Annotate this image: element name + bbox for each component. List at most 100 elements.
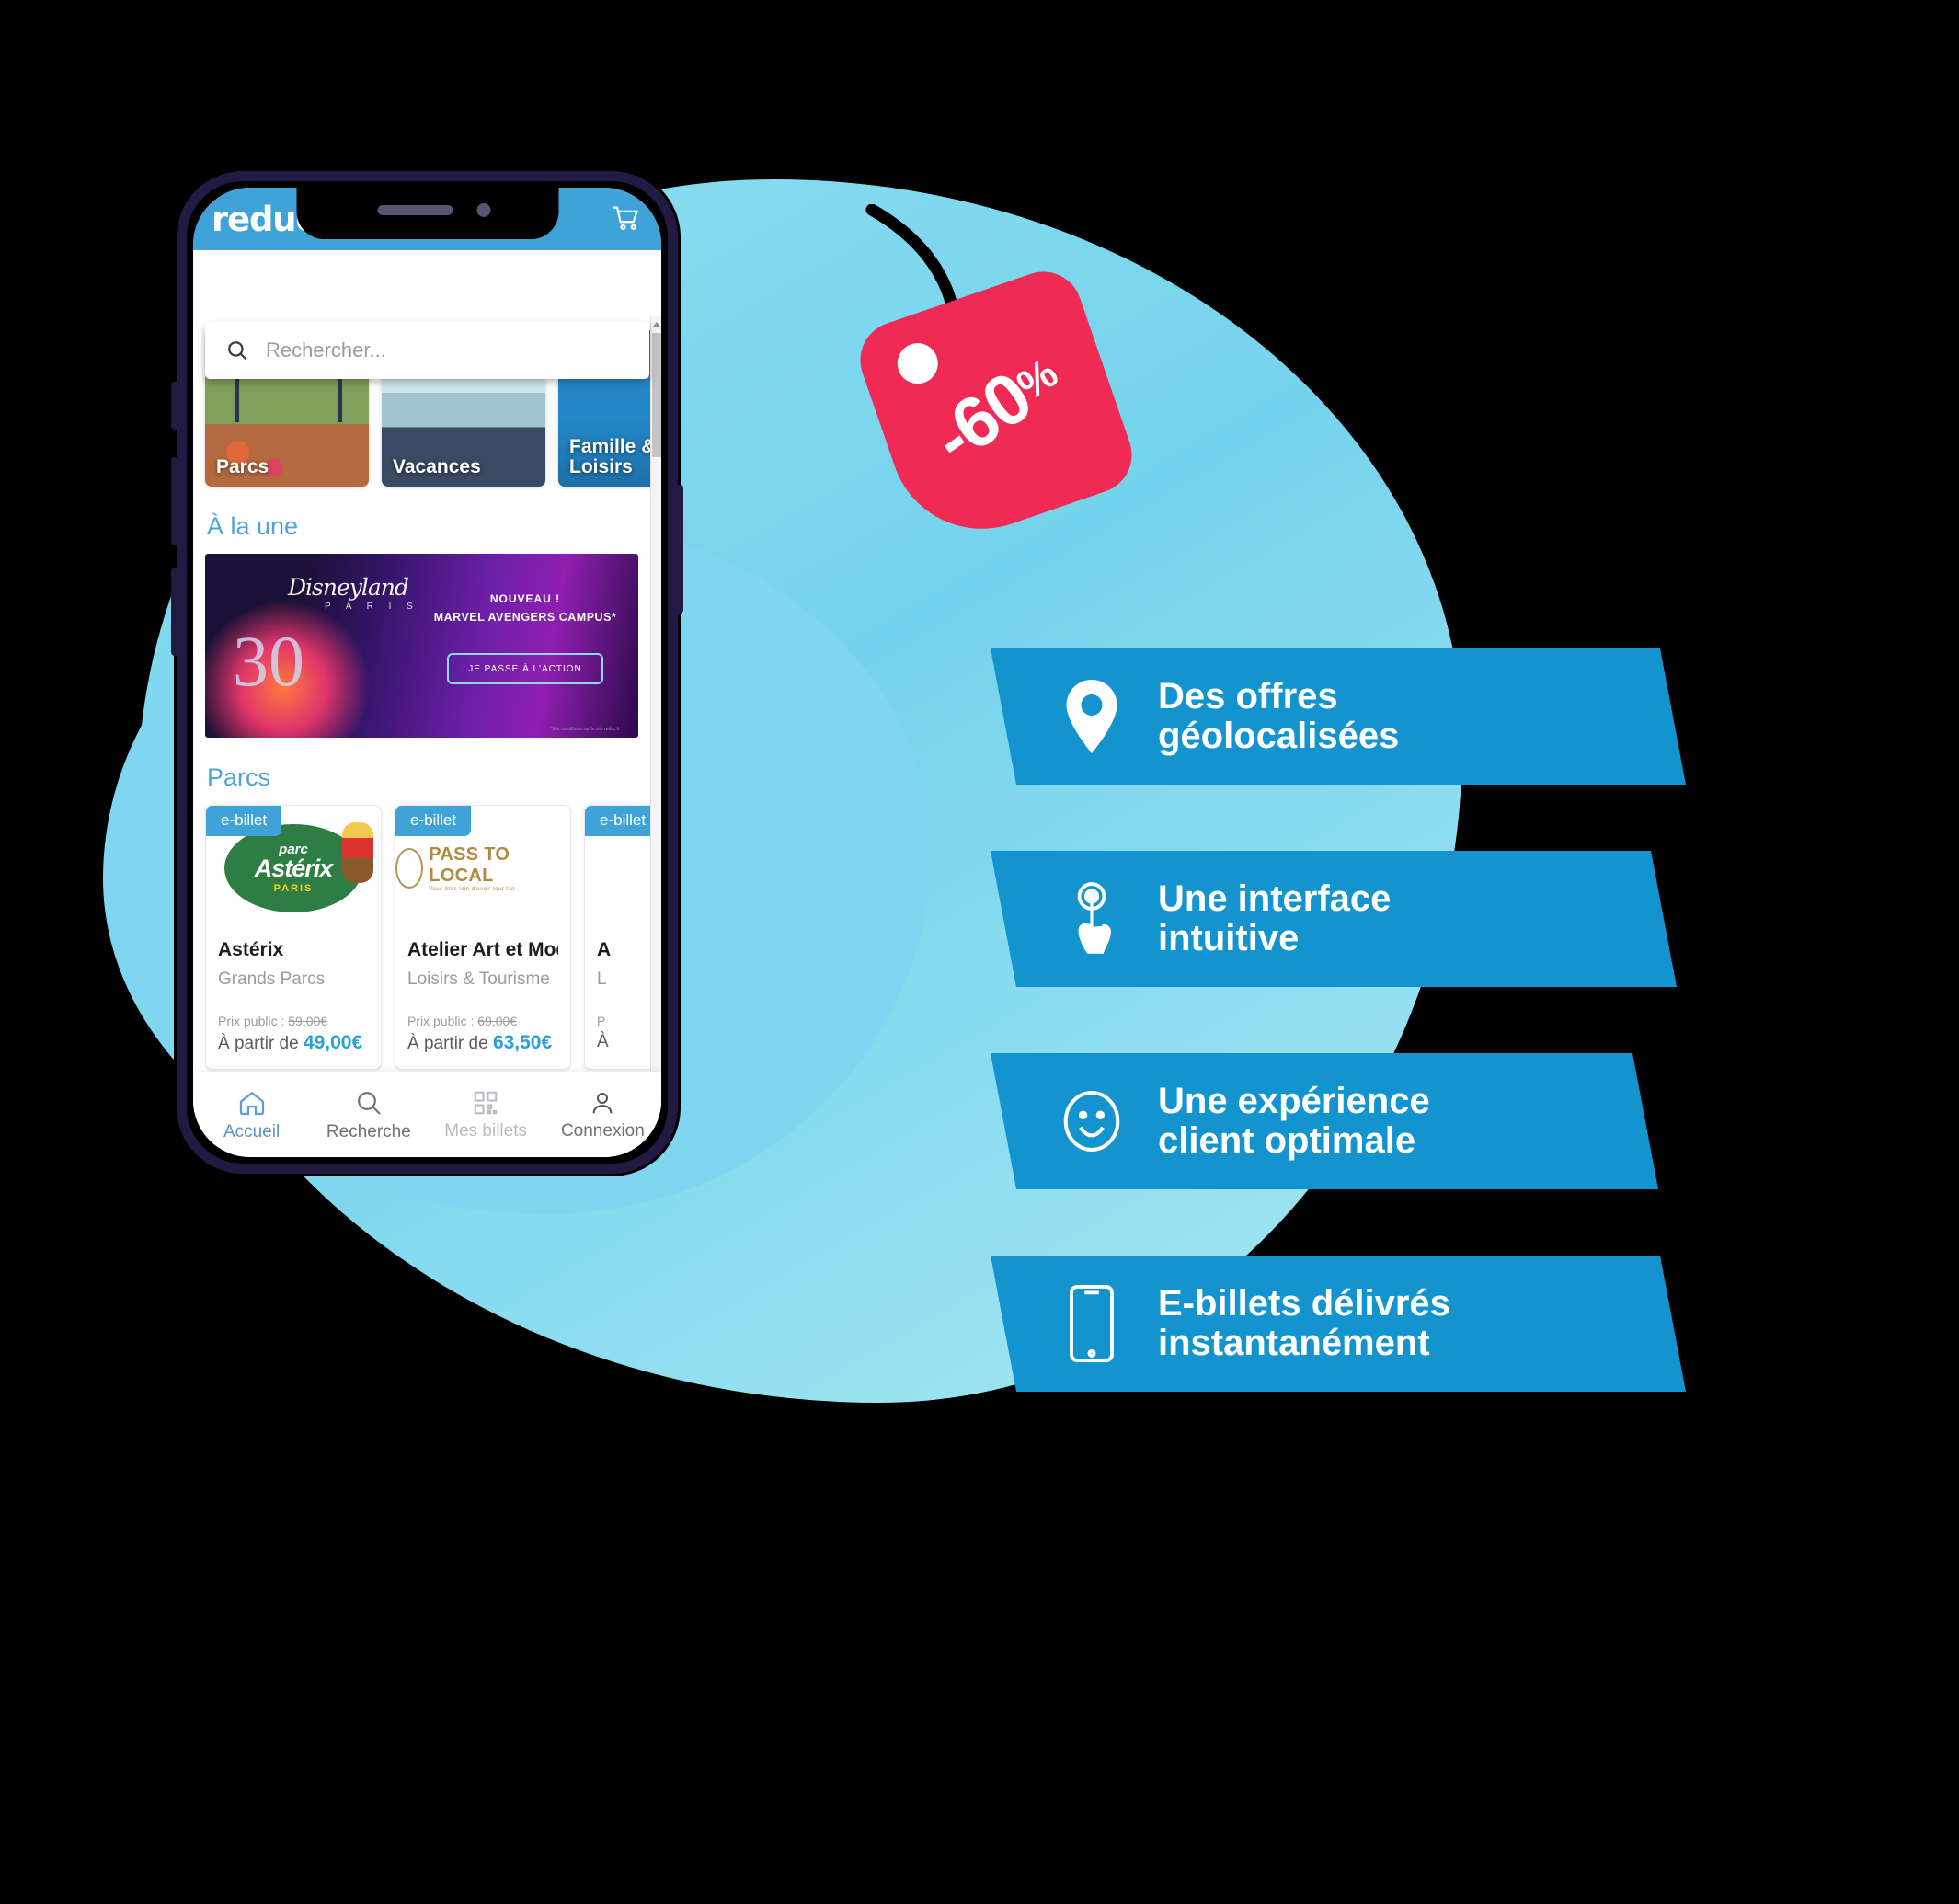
- pass-to-local-logo: PASS TO LOCAL Vous êtes loin d'avoir tou…: [395, 844, 570, 892]
- from-price-value: 49,00€: [303, 1032, 363, 1053]
- phone-button-volume-down: [171, 568, 177, 656]
- feature-badge-instant-etickets: E-billets délivrés instantanément: [991, 1256, 1686, 1392]
- banner-brand-sub: P A R I S: [325, 602, 419, 612]
- product-card[interactable]: e-billet parc Astérix PARIS Astérix Gran…: [205, 805, 382, 1070]
- from-label: À partir de: [218, 1034, 304, 1053]
- product-name: Atelier Art et Mode P...: [407, 939, 558, 960]
- product-thumbnail: e-billet: [585, 806, 650, 930]
- phone-button-volume-up: [171, 457, 177, 545]
- asterix-character: [342, 822, 373, 883]
- banner-cta-button[interactable]: JE PASSE À L'ACTION: [447, 653, 603, 684]
- feature-line-1: Une expérience: [1158, 1080, 1430, 1121]
- banner-kicker: NOUVEAU !: [489, 592, 561, 605]
- tap-finger-icon: [1057, 880, 1127, 958]
- public-price-label: Prix public :: [407, 1014, 478, 1028]
- section-title-featured: À la une: [207, 512, 299, 540]
- feature-line-2: géolocalisées: [1158, 716, 1400, 756]
- feature-line-1: E-billets délivrés: [1158, 1282, 1450, 1324]
- featured-banner[interactable]: 30 Disneyland P A R I S NOUVEAU ! MARVEL…: [205, 554, 638, 738]
- product-card[interactable]: e-billet PASS TO LOCAL Vous êtes loin d'…: [395, 805, 571, 1070]
- feature-line-2: client optimale: [1158, 1120, 1416, 1161]
- product-from-price: À partir de 63,50€: [407, 1032, 558, 1054]
- product-info: Atelier Art et Mode P... Loisirs & Touri…: [395, 930, 570, 1069]
- section-title-parcs: Parcs: [207, 763, 271, 791]
- public-price-value: 59,00€: [288, 1014, 328, 1028]
- feature-text: Une interface intuitive: [1158, 877, 1392, 958]
- qr-code-icon: [474, 1091, 498, 1114]
- phone-screen: reduc Ma position ▾ Rechercher...: [193, 188, 661, 1157]
- bottom-navigation: Accueil Recherche Mes billets Connexion: [193, 1072, 661, 1157]
- search-placeholder: Rechercher...: [266, 338, 386, 361]
- search-icon: [228, 341, 247, 361]
- map-pin-icon: [1057, 680, 1127, 753]
- eiffel-tower-icon: [395, 847, 424, 889]
- phone-notch: [296, 188, 558, 239]
- banner-anniversary: 30: [233, 621, 304, 701]
- user-icon: [593, 1092, 613, 1113]
- product-info: Astérix Grands Parcs Prix public : 59,00…: [206, 930, 381, 1069]
- product-from-price: À partir de 49,00€: [218, 1032, 369, 1054]
- product-name: A: [597, 939, 612, 960]
- product-name: Astérix: [218, 939, 284, 960]
- scrollbar[interactable]: [650, 316, 661, 1157]
- product-category: Loisirs & Tourisme: [407, 969, 550, 989]
- status-badge: e-billet: [206, 806, 282, 836]
- product-public-price: Prix public : 69,00€: [407, 1014, 558, 1028]
- nav-item-connexion[interactable]: Connexion: [544, 1072, 661, 1157]
- nav-label: Accueil: [223, 1121, 281, 1141]
- feature-line-2: instantanément: [1158, 1323, 1430, 1363]
- app-body: Rechercher... Parcs Vacances Famille & L…: [193, 250, 661, 1157]
- search-input[interactable]: Rechercher...: [205, 322, 649, 379]
- nav-item-mes-billets[interactable]: Mes billets: [428, 1072, 544, 1157]
- phone-button-mute: [171, 382, 177, 430]
- search-icon: [358, 1091, 381, 1115]
- home-icon: [239, 1091, 264, 1115]
- phone-speaker: [377, 205, 453, 215]
- from-price-value: 63,50€: [492, 1032, 553, 1053]
- feature-line-1: Des offres: [1158, 675, 1338, 717]
- product-category: Grands Parcs: [218, 969, 326, 989]
- smartphone-icon: [1057, 1283, 1127, 1364]
- phone-mockup: reduc Ma position ▾ Rechercher...: [171, 171, 683, 1174]
- scroll-content[interactable]: Parcs Vacances Famille & Loisirs À la un…: [193, 316, 650, 1157]
- logo-line-3: PARIS: [273, 882, 314, 894]
- product-from-price: À: [597, 1032, 609, 1051]
- logo-line-2: Vous êtes loin d'avoir tout fait: [429, 886, 516, 892]
- product-public-price: Prix public : 59,00€: [218, 1014, 369, 1028]
- logo-line-1: PASS TO LOCAL: [429, 843, 510, 886]
- public-price-value: 69,00€: [477, 1014, 518, 1028]
- status-badge: e-billet: [395, 806, 472, 836]
- banner-brand: Disneyland: [288, 574, 409, 601]
- logo-line-2: Astérix: [254, 854, 334, 882]
- feature-text: Une expérience client optimale: [1158, 1080, 1430, 1161]
- scrollbar-thumb[interactable]: [652, 333, 661, 457]
- feature-line-1: Une interface: [1158, 877, 1392, 919]
- feature-badge-customer-experience: Une expérience client optimale: [991, 1053, 1658, 1189]
- product-public-price: P: [597, 1014, 606, 1028]
- category-tile-label: Famille & Loisirs: [569, 435, 650, 477]
- feature-text: E-billets délivrés instantanément: [1158, 1282, 1450, 1363]
- category-tile-label: Parcs: [216, 455, 269, 477]
- product-thumbnail: e-billet PASS TO LOCAL Vous êtes loin d'…: [395, 806, 570, 930]
- nav-item-recherche[interactable]: Recherche: [310, 1072, 427, 1157]
- nav-item-accueil[interactable]: Accueil: [193, 1072, 310, 1157]
- feature-badge-geolocated-offers: Des offres géolocalisées: [991, 648, 1686, 785]
- banner-headline: MARVEL AVENGERS CAMPUS*: [433, 611, 617, 624]
- product-thumbnail: e-billet parc Astérix PARIS: [206, 806, 381, 930]
- category-tile-label: Vacances: [393, 455, 481, 477]
- nav-label: Connexion: [560, 1120, 645, 1141]
- status-badge: e-billet: [585, 806, 650, 836]
- feature-line-2: intuitive: [1158, 918, 1300, 958]
- from-label: À partir de: [407, 1034, 493, 1053]
- phone-camera: [476, 203, 490, 217]
- nav-label: Recherche: [326, 1121, 411, 1141]
- parcs-card-list: e-billet parc Astérix PARIS Astérix Gran…: [193, 805, 650, 1070]
- nav-label: Mes billets: [444, 1120, 527, 1141]
- public-price-label: Prix public :: [218, 1014, 289, 1028]
- scroll-up-arrow-icon[interactable]: [653, 322, 660, 327]
- cart-icon[interactable]: [610, 202, 643, 238]
- feature-badge-intuitive-interface: Une interface intuitive: [991, 851, 1677, 987]
- product-card[interactable]: e-billet A L P À: [584, 805, 650, 1070]
- search-container: Rechercher...: [205, 322, 649, 379]
- smiley-face-icon: [1057, 1086, 1127, 1156]
